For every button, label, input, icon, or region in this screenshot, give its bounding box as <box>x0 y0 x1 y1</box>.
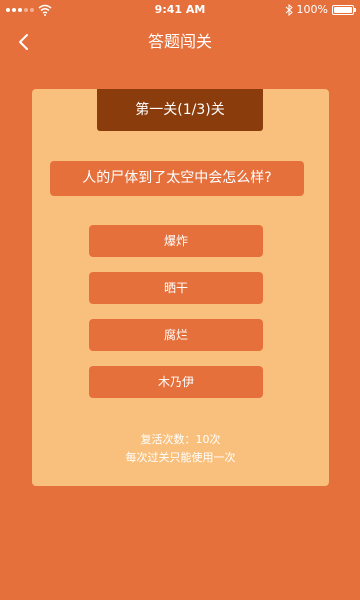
battery-icon <box>332 5 356 15</box>
battery-percent: 100% <box>296 3 328 16</box>
bluetooth-icon <box>285 4 293 16</box>
level-banner: 第一关(1/3)关 <box>97 89 263 131</box>
answer-option-3[interactable]: 腐烂 <box>89 319 263 351</box>
revive-info: 复活次数：10次 每次过关只能使用一次 <box>32 431 329 467</box>
answer-option-1[interactable]: 爆炸 <box>89 225 263 257</box>
answer-option-4[interactable]: 木乃伊 <box>89 366 263 398</box>
answer-option-2[interactable]: 晒干 <box>89 272 263 304</box>
page-title: 答题闯关 <box>147 32 212 51</box>
nav-bar: 答题闯关 <box>0 20 360 64</box>
revive-count: 复活次数：10次 <box>140 433 221 446</box>
question-text: 人的尸体到了太空中会怎么样? <box>50 161 304 196</box>
status-bar: 9:41 AM 100% <box>0 0 360 20</box>
quiz-card: 第一关(1/3)关 人的尸体到了太空中会怎么样? 爆炸 晒干 腐烂 木乃伊 复活… <box>32 89 329 486</box>
status-right: 100% <box>285 0 356 20</box>
revive-note: 每次过关只能使用一次 <box>125 451 236 464</box>
